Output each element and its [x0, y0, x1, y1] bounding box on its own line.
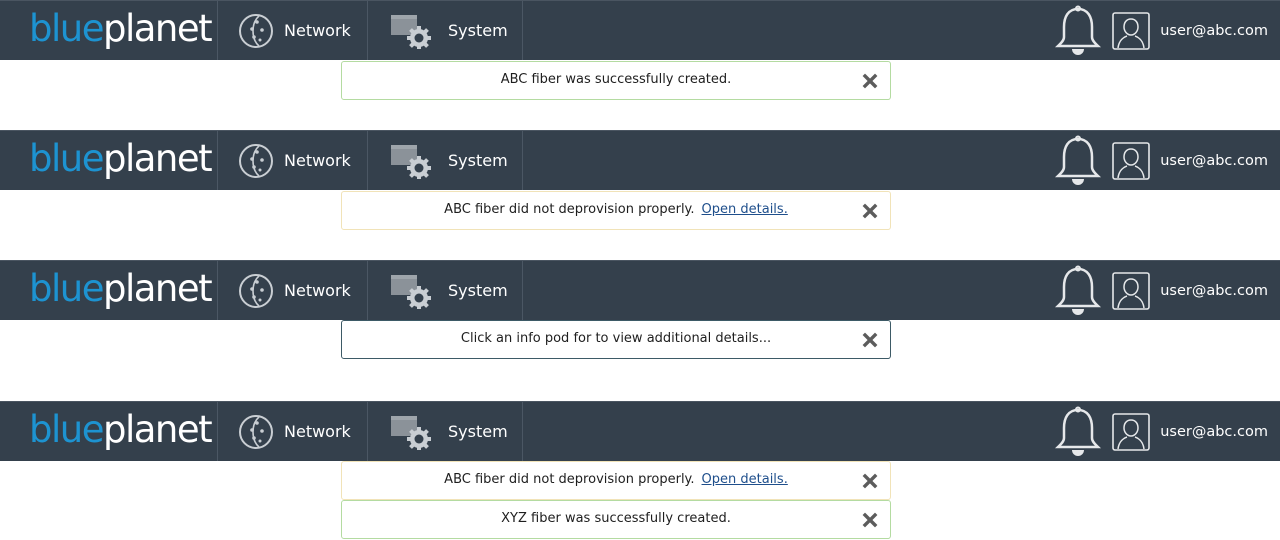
nav-network[interactable]: Network [218, 402, 368, 461]
user-menu[interactable]: user@abc.com [1112, 261, 1280, 320]
navbar: blue planet Network System user@abc.com [0, 0, 1280, 60]
system-gear-icon [391, 14, 431, 49]
user-menu[interactable]: user@abc.com [1112, 402, 1280, 461]
bell-icon [1055, 265, 1102, 315]
toast-message: XYZ fiber was successfully created. [501, 510, 731, 526]
logo-blue-text: blue [29, 408, 104, 451]
nav-network[interactable]: Network [218, 1, 368, 60]
nav-system-label: System [448, 281, 508, 300]
logo-planet-text: planet [102, 7, 213, 50]
nav-system[interactable]: System [368, 131, 523, 190]
nav-network-label: Network [284, 281, 351, 300]
logo-planet-text: planet [102, 137, 213, 180]
close-icon[interactable] [862, 332, 878, 348]
nav-network[interactable]: Network [218, 261, 368, 320]
close-icon[interactable] [862, 473, 878, 489]
toast-message: ABC fiber did not deprovision properly. O… [444, 472, 788, 487]
user-email: user@abc.com [1160, 423, 1268, 440]
nav-system[interactable]: System [368, 1, 523, 60]
logo[interactable]: blue planet [0, 402, 218, 461]
notifications-button[interactable] [1050, 261, 1106, 320]
close-icon[interactable] [862, 73, 878, 89]
nav-system-label: System [448, 422, 508, 441]
open-details-link[interactable]: Open details. [702, 472, 788, 487]
nav-network[interactable]: Network [218, 131, 368, 190]
success-toast: XYZ fiber was successfully created. [341, 500, 891, 539]
network-globe-icon [239, 143, 273, 178]
close-icon[interactable] [862, 203, 878, 219]
navbar: blue planet Network System user@abc.com [0, 401, 1280, 461]
user-avatar-icon [1112, 11, 1151, 50]
nav-system[interactable]: System [368, 402, 523, 461]
user-avatar-icon [1112, 271, 1151, 310]
system-gear-icon [391, 274, 431, 309]
logo[interactable]: blue planet [0, 131, 218, 190]
user-avatar-icon [1112, 141, 1151, 180]
user-avatar-icon [1112, 412, 1151, 451]
nav-system-label: System [448, 151, 508, 170]
bell-icon [1055, 406, 1102, 456]
navbar-spacer [523, 261, 1050, 320]
navbar-spacer [523, 131, 1050, 190]
toast-message: ABC fiber did not deprovision properly. O… [444, 202, 788, 217]
logo-planet-text: planet [102, 408, 213, 451]
logo[interactable]: blue planet [0, 261, 218, 320]
nav-network-label: Network [284, 151, 351, 170]
logo-planet-text: planet [102, 267, 213, 310]
system-gear-icon [391, 144, 431, 179]
user-email: user@abc.com [1160, 282, 1268, 299]
nav-system[interactable]: System [368, 261, 523, 320]
user-email: user@abc.com [1160, 152, 1268, 169]
navbar-spacer [523, 1, 1050, 60]
toast-message-text: ABC fiber did not deprovision properly. [444, 471, 695, 487]
close-icon[interactable] [862, 512, 878, 528]
system-gear-icon [391, 415, 431, 450]
user-menu[interactable]: user@abc.com [1112, 131, 1280, 190]
bell-icon [1055, 135, 1102, 185]
nav-network-label: Network [284, 422, 351, 441]
navbar-spacer [523, 402, 1050, 461]
success-toast: ABC fiber was successfully created. [341, 61, 891, 100]
toast-message-text: ABC fiber did not deprovision properly. [444, 201, 695, 217]
notifications-button[interactable] [1050, 1, 1106, 60]
info-toast: Click an info pod for to view additional… [341, 320, 891, 359]
network-globe-icon [239, 13, 273, 48]
navbar: blue planet Network System user@abc.com [0, 130, 1280, 190]
toast-message: Click an info pod for to view additional… [460, 330, 772, 346]
logo-blue-text: blue [29, 7, 104, 50]
logo-blue-text: blue [29, 267, 104, 310]
open-details-link[interactable]: Open details. [702, 202, 788, 217]
navbar: blue planet Network System user@abc.com [0, 260, 1280, 320]
user-menu[interactable]: user@abc.com [1112, 1, 1280, 60]
warning-toast: ABC fiber did not deprovision properly. O… [341, 461, 891, 500]
network-globe-icon [239, 273, 273, 308]
logo[interactable]: blue planet [0, 1, 218, 60]
notifications-button[interactable] [1050, 131, 1106, 190]
logo-blue-text: blue [29, 137, 104, 180]
notifications-button[interactable] [1050, 402, 1106, 461]
nav-system-label: System [448, 21, 508, 40]
bell-icon [1055, 5, 1102, 55]
nav-network-label: Network [284, 21, 351, 40]
toast-message: ABC fiber was successfully created. [500, 71, 732, 87]
warning-toast: ABC fiber did not deprovision properly. O… [341, 191, 891, 230]
user-email: user@abc.com [1160, 22, 1268, 39]
network-globe-icon [239, 414, 273, 449]
